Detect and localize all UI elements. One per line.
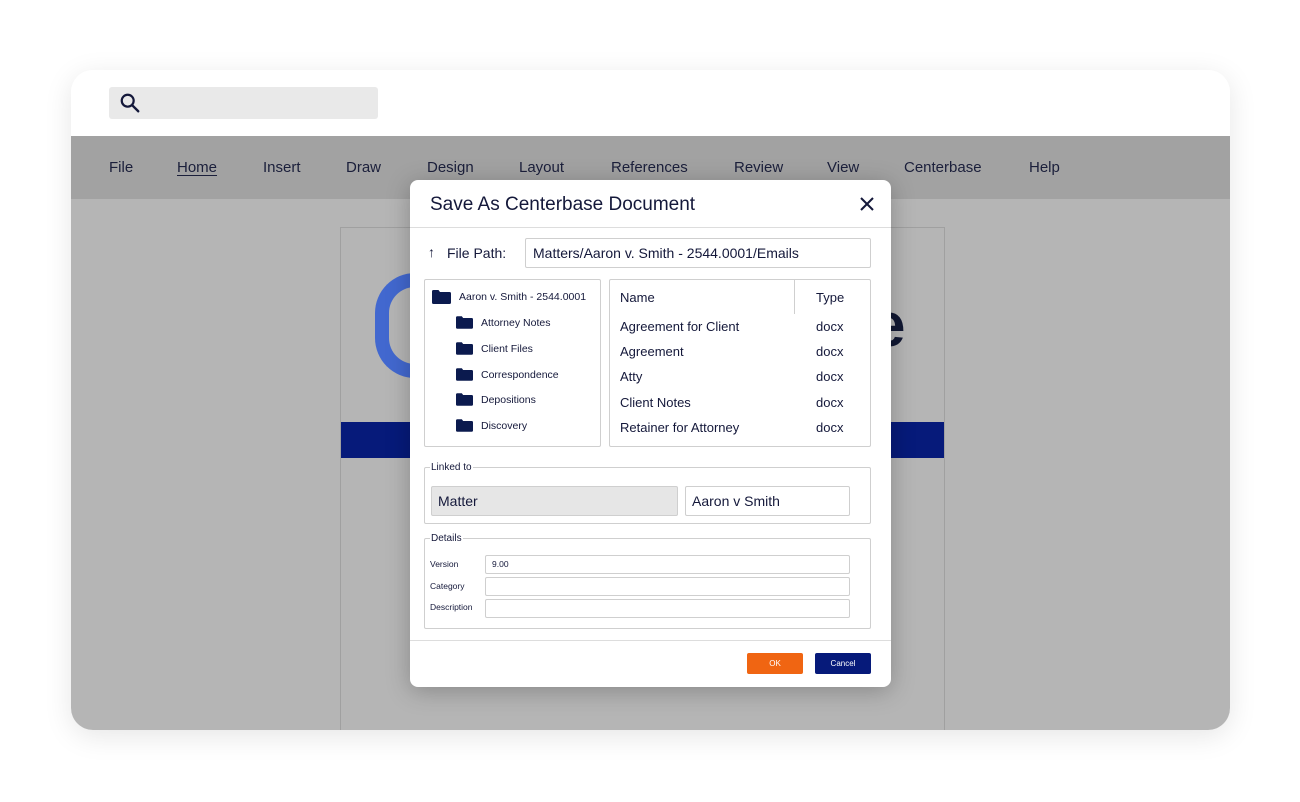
dialog-header: Save As Centerbase Document: [410, 180, 891, 228]
file-name: Agreement: [620, 344, 684, 359]
file-name: Agreement for Client: [620, 319, 740, 334]
tree-item-label: Discovery: [481, 419, 528, 432]
details-legend: Details: [431, 533, 462, 544]
linked-to-legend: Linked to: [431, 462, 472, 473]
column-divider[interactable]: [794, 280, 795, 314]
folder-icon: [456, 316, 473, 329]
tree-item-label: Correspondence: [481, 368, 559, 381]
tree-item-label: Attorney Notes: [481, 316, 551, 329]
tab-draw[interactable]: Draw: [346, 159, 381, 176]
category-input[interactable]: [485, 577, 850, 596]
ok-button[interactable]: OK: [747, 653, 803, 674]
file-type: docx: [816, 319, 844, 334]
linked-to-group: Linked to Matter Aaron v Smith: [424, 462, 871, 524]
description-label: Description: [430, 602, 473, 612]
linked-entity-name[interactable]: Aaron v Smith: [685, 486, 850, 516]
tree-item-client-files[interactable]: Client Files: [456, 342, 533, 355]
tab-layout[interactable]: Layout: [519, 159, 564, 176]
file-path-label: File Path:: [447, 245, 507, 261]
version-label: Version: [430, 559, 459, 569]
tab-design[interactable]: Design: [427, 159, 474, 176]
file-row[interactable]: Retainer for Attorney docx: [610, 417, 870, 439]
file-name: Retainer for Attorney: [620, 420, 740, 435]
tree-item-correspondence[interactable]: Correspondence: [456, 368, 559, 381]
tree-item-label: Depositions: [481, 393, 536, 406]
folder-icon: [456, 368, 473, 381]
folder-icon: [456, 342, 473, 355]
file-path-row: ↑ File Path: Matters/Aaron v. Smith - 25…: [426, 238, 871, 268]
tab-insert[interactable]: Insert: [263, 159, 301, 176]
tab-references[interactable]: References: [611, 159, 688, 176]
column-header-name[interactable]: Name: [620, 290, 655, 305]
tree-item-discovery[interactable]: Discovery: [456, 419, 527, 432]
tree-item-root[interactable]: Aaron v. Smith - 2544.0001: [432, 290, 586, 304]
folder-icon: [456, 419, 473, 432]
tree-item-label: Aaron v. Smith - 2544.0001: [459, 291, 587, 303]
close-button[interactable]: [855, 192, 879, 216]
tree-item-attorney-notes[interactable]: Attorney Notes: [456, 316, 550, 329]
up-arrow-icon[interactable]: ↑: [428, 244, 435, 260]
file-name: Client Notes: [620, 395, 691, 410]
column-header-type[interactable]: Type: [816, 290, 844, 305]
tree-item-depositions[interactable]: Depositions: [456, 393, 536, 406]
file-type: docx: [816, 420, 844, 435]
file-row[interactable]: Atty docx: [610, 366, 870, 388]
folder-icon: [456, 393, 473, 406]
category-label: Category: [430, 581, 465, 591]
description-input[interactable]: [485, 599, 850, 618]
search-icon: [120, 93, 140, 113]
file-row[interactable]: Agreement docx: [610, 341, 870, 363]
details-group: Details Version 9.00 Category Descriptio…: [424, 533, 871, 629]
dialog-title: Save As Centerbase Document: [430, 194, 696, 215]
tree-item-label: Client Files: [481, 342, 533, 355]
file-type: docx: [816, 395, 844, 410]
close-icon: [860, 197, 874, 211]
cancel-button[interactable]: Cancel: [815, 653, 871, 674]
tab-view[interactable]: View: [827, 159, 859, 176]
version-input[interactable]: 9.00: [485, 555, 850, 574]
tab-file[interactable]: File: [109, 159, 133, 176]
folder-icon: [432, 290, 451, 304]
search-bar[interactable]: [109, 87, 378, 119]
dialog-footer-divider: [410, 640, 891, 641]
file-type: docx: [816, 344, 844, 359]
tab-centerbase[interactable]: Centerbase: [904, 159, 982, 176]
file-row[interactable]: Agreement for Client docx: [610, 316, 870, 338]
save-as-dialog: Save As Centerbase Document ↑ File Path:…: [410, 180, 891, 687]
linked-entity-type[interactable]: Matter: [431, 486, 678, 516]
file-row[interactable]: Client Notes docx: [610, 392, 870, 414]
tab-review[interactable]: Review: [734, 159, 783, 176]
folder-tree: Aaron v. Smith - 2544.0001 Attorney Note…: [424, 279, 601, 447]
tab-help[interactable]: Help: [1029, 159, 1060, 176]
tab-home[interactable]: Home: [177, 159, 217, 176]
file-type: docx: [816, 369, 844, 384]
file-path-input[interactable]: Matters/Aaron v. Smith - 2544.0001/Email…: [525, 238, 871, 268]
file-list: Name Type Agreement for Client docx Agre…: [609, 279, 871, 447]
top-bar: [71, 70, 1230, 136]
file-name: Atty: [620, 369, 643, 384]
